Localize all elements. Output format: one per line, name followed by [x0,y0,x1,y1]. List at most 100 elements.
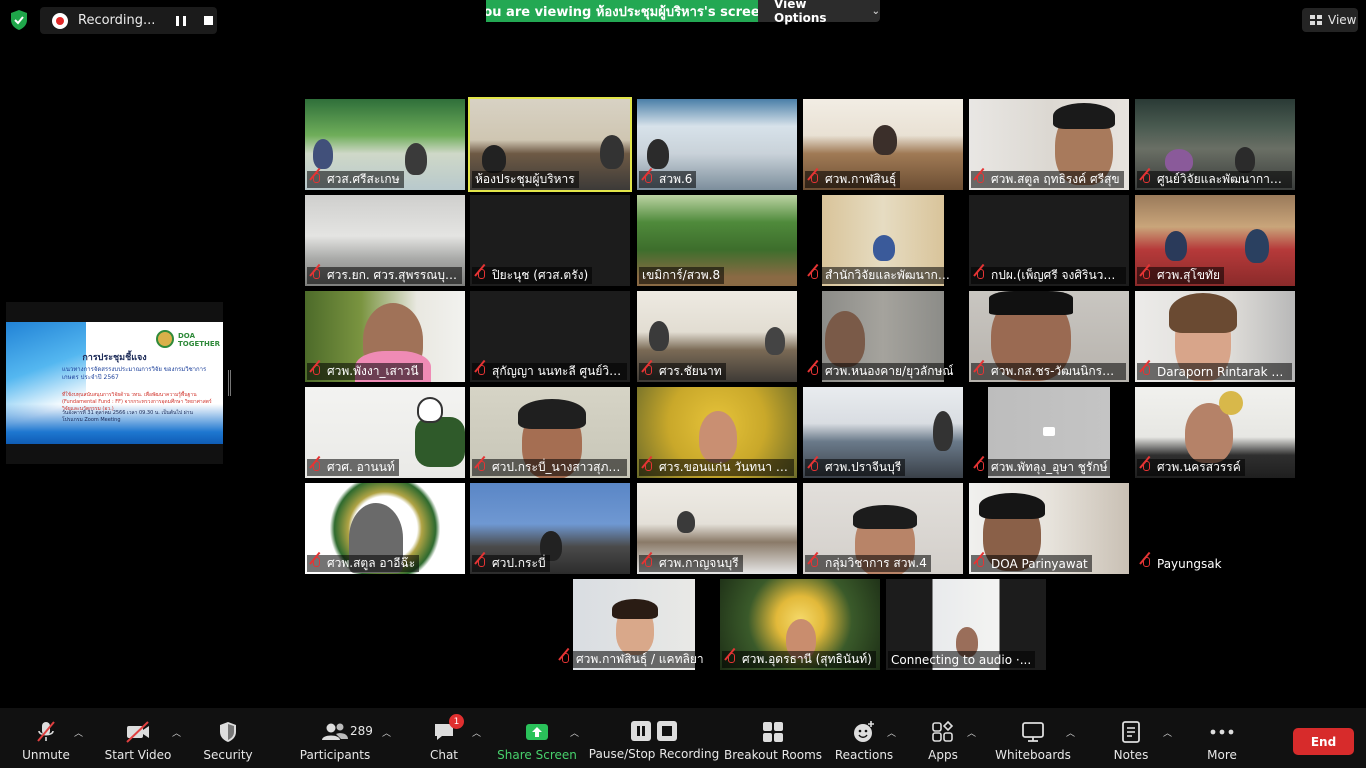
video-tile[interactable]: ศวป.กระบี่ [470,483,630,574]
start-video-button[interactable]: Start Video [105,708,171,768]
video-tile[interactable]: ศวร.ชัยนาท [637,291,797,382]
video-tile[interactable]: ศวพ.กาฬสินธุ์ [803,99,963,190]
view-button[interactable]: View [1302,8,1358,32]
video-tile[interactable]: ศวพ.หนองคาย/ยุวลักษณ์ [803,291,963,382]
share-screen-label: Share Screen [497,748,577,762]
video-tile[interactable]: ศวร.ขอนแก่น วันทนา เลิ... [637,387,797,478]
video-tile[interactable]: กปผ.(เพ็ญศรี จงศิรินวบุตร) [969,195,1129,286]
recording-label: Recording... [78,13,156,28]
video-tile[interactable]: ศวพ.พังงา_เสาวนี [305,291,465,382]
video-tile[interactable]: ศวพ.สุโขทัย [1135,195,1295,286]
participant-name: ศวพ.หนองคาย/ยุวลักษณ์ [825,364,954,378]
apps-icon [932,720,954,742]
view-options-button[interactable]: View Options ⌄ [758,0,880,25]
participant-name: กปผ.(เพ็ญศรี จงศิรินวบุตร) [991,268,1122,282]
encryption-shield-icon[interactable] [9,9,29,31]
muted-mic-icon [808,461,820,474]
muted-mic-icon [475,557,487,570]
participant-name: ศวพ.กาฬสินธุ์ / แคทลิยา [576,652,704,666]
chevron-down-icon: ⌄ [871,5,880,17]
video-tile[interactable]: ศวพ.สตูล อาอีฉ๊ะ [305,483,465,574]
video-tile[interactable]: ศวศ. อานนท์ [305,387,465,478]
share-options-caret[interactable]: ︿ [570,726,579,739]
slide-subtitle: แนวทางการจัดสรรงบประมาณการวิจัย ของกรมวิ… [62,366,207,381]
whiteboard-icon [1022,722,1044,742]
muted-mic-icon [310,461,322,474]
video-tile[interactable]: สุกัญญา นนทะลี ศูนย์วิจั... [470,291,630,382]
chat-button[interactable]: 1 Chat [426,708,464,768]
video-tile[interactable]: Payungsak [1135,483,1295,574]
whiteboards-options-caret[interactable]: ︿ [1066,726,1075,739]
video-tile[interactable]: สำนักวิจัยและพัฒนาการเ... [803,195,963,286]
participant-name: ปิยะนุช (ศวส.ตรัง) [492,268,589,282]
video-tile[interactable]: ศวพ.อุดรธานี (สุทธินันท์) [720,579,880,670]
more-button[interactable]: More [1200,708,1244,768]
smiley-plus-icon [854,721,874,742]
audio-options-caret[interactable]: ︿ [74,726,83,739]
participant-name: ศวส.ศรีสะเกษ [327,172,400,186]
reactions-options-caret[interactable]: ︿ [887,726,896,739]
participant-name: ศวพ.อุดรธานี (สุทธินันท์) [742,652,872,666]
video-tile[interactable]: ศวพ.กาฬสินธุ์ / แคทลิยา [554,579,714,670]
microphone-muted-icon [37,721,55,742]
pause-recording-icon[interactable] [176,15,186,26]
pause-stop-recording-button[interactable]: Pause/Stop Recording [589,708,719,768]
participant-name: ศูนย์วิจัยและพัฒนาการเก... [1157,172,1288,186]
stop-recording-icon[interactable] [204,16,213,25]
shared-slide: DOA TOGETHER การประชุมชี้แจง แนวทางการจั… [6,322,223,444]
video-tile[interactable]: ศวป.กระบี่_นางสาวสุภาวดี... [470,387,630,478]
video-tile[interactable]: DOA Parinyawat [969,483,1129,574]
participants-button[interactable]: Participants [300,708,370,768]
unmute-button[interactable]: Unmute [20,708,72,768]
video-options-caret[interactable]: ︿ [172,726,181,739]
video-tile[interactable]: ศูนย์วิจัยและพัฒนาการเก... [1135,99,1295,190]
video-tile[interactable]: กลุ่มวิชาการ สวพ.4 [803,483,963,574]
reactions-button[interactable]: Reactions [835,708,893,768]
video-tile[interactable]: เขมิการ์/สวพ.8 [637,195,797,286]
end-meeting-button[interactable]: End [1293,728,1354,755]
security-button[interactable]: Security [203,708,253,768]
video-tile[interactable]: ศวพ.นครสวรรค์ [1135,387,1295,478]
muted-mic-icon [974,365,986,378]
share-screen-button[interactable]: Share Screen [497,708,577,768]
video-tile[interactable]: สวพ.6 [637,99,797,190]
whiteboards-label: Whiteboards [995,748,1071,762]
participant-name: เขมิการ์/สวพ.8 [642,268,721,282]
shared-screen[interactable]: DOA TOGETHER การประชุมชี้แจง แนวทางการจั… [6,302,223,464]
chat-options-caret[interactable]: ︿ [472,726,481,739]
video-tile[interactable]: ศวพ.สตูล ฤทธิรงค์ ศรีสุข [969,99,1129,190]
muted-mic-icon [1140,557,1152,570]
video-tile[interactable]: ศวร.ยก. ศวร.สุพรรณบุรี,... [305,195,465,286]
muted-mic-icon [974,461,986,474]
view-label: View [1328,13,1357,27]
apps-label: Apps [928,748,958,762]
breakout-rooms-button[interactable]: Breakout Rooms [724,708,822,768]
video-tile[interactable]: Daraporn Rintarak (P... [1135,291,1295,382]
view-options-label: View Options [774,0,827,25]
participant-name: ศวป.กระบี่_นางสาวสุภาวดี... [492,460,623,474]
video-tile[interactable]: ศวพ.ปราจีนบุรี [803,387,963,478]
apps-options-caret[interactable]: ︿ [967,726,976,739]
video-tile[interactable]: ศวพ.กาญจนบุรี [637,483,797,574]
notes-button[interactable]: Notes [1112,708,1150,768]
muted-mic-icon [475,365,487,378]
split-view-divider[interactable] [228,370,231,396]
video-tile[interactable]: Connecting to audio ·... [886,579,1046,670]
video-tile[interactable]: ศวพ.กส.ชร-วัฒนนิกรณ์ แ... [969,291,1129,382]
participant-name: ศวร.ชัยนาท [659,364,722,378]
video-tile[interactable]: ศวพ.พัทลุง_อุษา ชูรักษ์ [969,387,1129,478]
video-tile-active-speaker[interactable]: ห้องประชุมผู้บริหาร [468,97,632,192]
notes-options-caret[interactable]: ︿ [1163,726,1172,739]
video-tile[interactable]: ปิยะนุช (ศวส.ตรัง) [470,195,630,286]
muted-mic-icon [808,365,820,378]
video-tile[interactable]: ศวส.ศรีสะเกษ [305,99,465,190]
recording-dot-icon [52,12,68,29]
apps-button[interactable]: Apps [925,708,961,768]
whiteboards-button[interactable]: Whiteboards [995,708,1071,768]
more-label: More [1207,748,1237,762]
participants-options-caret[interactable]: ︿ [382,726,391,739]
grid-view-icon [1310,15,1322,25]
participant-name: ศวศ. อานนท์ [327,460,395,474]
meeting-controls-toolbar: Unmute ︿ Start Video ︿ Security Particip… [0,708,1366,768]
pause-stop-recording-label: Pause/Stop Recording [588,747,720,761]
